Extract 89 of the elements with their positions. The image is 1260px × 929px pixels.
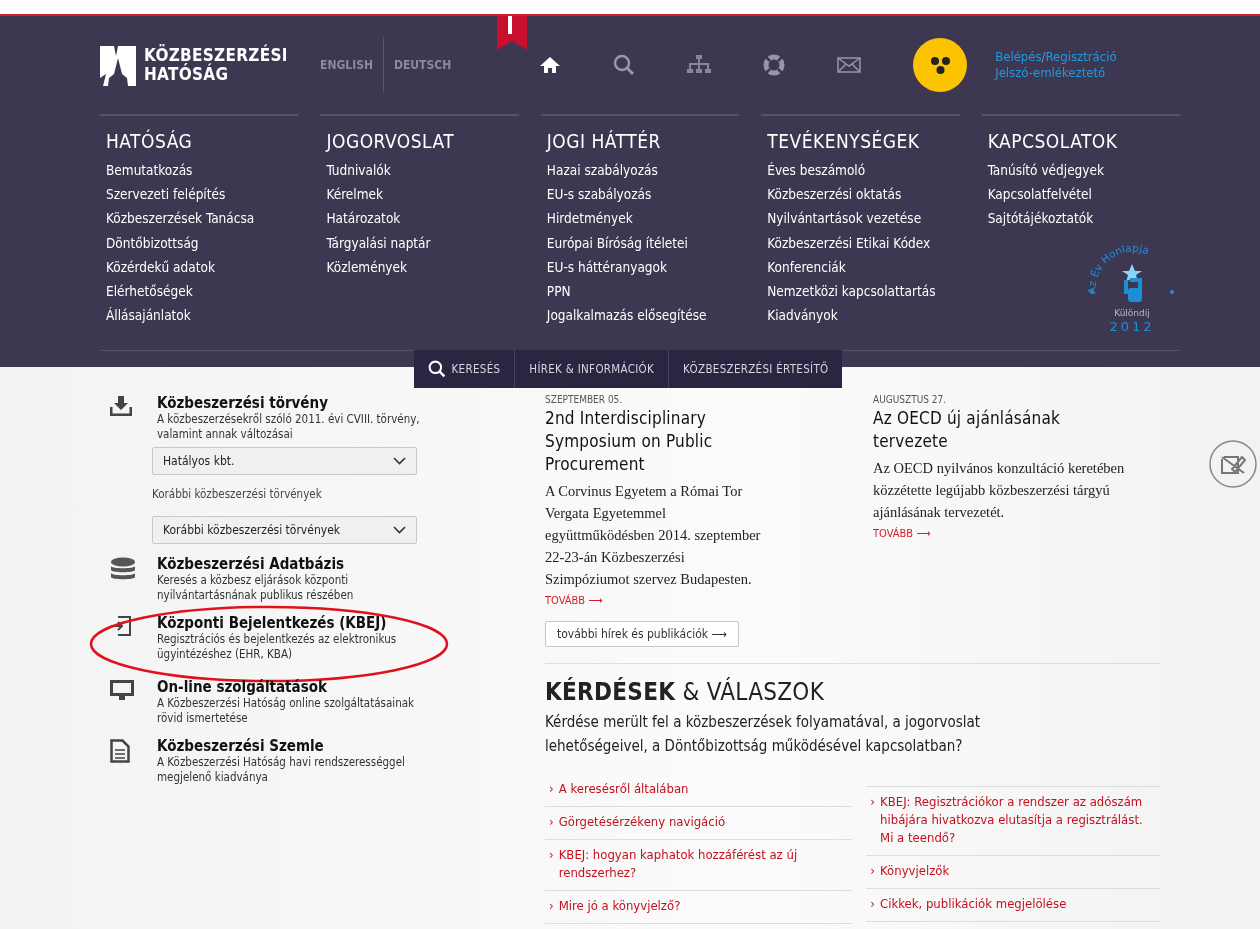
logo-icon xyxy=(100,44,136,86)
menu-link[interactable]: Kérelmek xyxy=(326,182,519,207)
service-description: Keresés a közbesz eljárások központi nyilvántartásnának publikus részében xyxy=(157,573,355,603)
search-icon[interactable] xyxy=(613,54,636,76)
faq-link[interactable]: › Mire jó a könyvjelző? xyxy=(545,891,853,924)
nav-tab[interactable]: KERESÉS xyxy=(413,350,516,388)
menu-link[interactable]: Közlemények xyxy=(326,254,519,279)
lifebuoy-icon[interactable] xyxy=(763,54,786,76)
menu-link[interactable]: Közbeszerzési oktatás xyxy=(767,182,960,207)
separator-text: / xyxy=(1041,49,1046,64)
service-title-link[interactable]: Központi Bejelentkezés (KBEJ) xyxy=(157,614,429,632)
service-title-link[interactable]: Közbeszerzési Szemle xyxy=(157,737,429,755)
accessibility-icon[interactable] xyxy=(913,38,968,92)
menu-link[interactable]: Szervezeti felépítés xyxy=(106,182,299,207)
menu-link[interactable]: Éves beszámoló xyxy=(767,158,960,183)
menu-link[interactable]: Hirdetmények xyxy=(546,206,740,231)
logo-text[interactable]: HATÓSÁG xyxy=(144,65,288,84)
faq-link[interactable]: › KBEJ: hogyan kaphatok hozzáférést az új rendszerhez? xyxy=(545,840,853,891)
menu-link[interactable]: Kiadványok xyxy=(767,303,960,328)
service-title-link[interactable]: On-line szolgáltatások xyxy=(157,678,429,696)
menu-link[interactable]: EU-s háttéranyagok xyxy=(546,254,740,279)
menu-link[interactable]: Európai Bíróság ítéletei xyxy=(546,230,740,255)
dropdown-label: Korábbi közbeszerzési törvények xyxy=(152,487,323,501)
nav-tab[interactable]: KÖZBESZERZÉSI ÉRTESÍTŐ xyxy=(669,350,843,388)
download-icon xyxy=(110,396,132,416)
menu-link[interactable]: Nemzetközi kapcsolattartás xyxy=(767,279,960,304)
menu-heading[interactable]: TEVÉKENYSÉGEK xyxy=(767,130,960,152)
service-title-link[interactable]: Közbeszerzési törvény xyxy=(157,394,429,412)
monitor-icon xyxy=(110,680,134,702)
edit-icon[interactable] xyxy=(1208,439,1258,489)
faq-heading: KÉRDÉSEK & VÁLASZOK xyxy=(545,678,826,706)
menu-link[interactable]: Tárgyalási naptár xyxy=(326,230,519,255)
menu-link[interactable]: Nyilvántartások vezetése xyxy=(767,206,960,231)
faq-intro: Kérdése merült fel a közbeszerzések folyamatával, a jogorvoslat lehetőségeivel, a Döntőbizottság működésével kapcsolatban? xyxy=(545,712,982,757)
faq-link[interactable]: › Cikkek, publikációk megjelölése xyxy=(866,889,1160,922)
faq-link[interactable]: › KBEJ: Regisztrációkor a rendszer az adószám hibájára hivatkozva elutasítja a regisztrálást. Mi a teendő? xyxy=(866,787,1160,856)
menu-link[interactable]: Tudnivalók xyxy=(326,158,519,183)
dropdown[interactable]: Hatályos kbt. xyxy=(152,447,417,475)
menu-link[interactable]: Közbeszerzések Tanácsa xyxy=(106,206,299,231)
password-reminder-link[interactable]: Jelszó-emlékeztető xyxy=(995,65,1117,81)
mail-icon[interactable] xyxy=(837,57,862,73)
menu-heading[interactable]: JOGORVOSLAT xyxy=(326,130,519,152)
service-description: A Közbeszerzési Hatóság online szolgáltatásainak rövid ismertetése xyxy=(157,696,416,726)
menu-link[interactable]: EU-s szabályozás xyxy=(546,182,740,207)
read-more-link[interactable]: TOVÁBB ⟶ xyxy=(873,527,1135,540)
bookmark-ribbon-icon[interactable] xyxy=(497,16,527,50)
menu-link[interactable]: Elérhetőségek xyxy=(106,279,299,304)
menu-link[interactable]: Állásajánlatok xyxy=(106,303,299,328)
home-icon[interactable] xyxy=(539,56,562,74)
menu-link[interactable]: Hazai szabályozás xyxy=(546,158,740,183)
sitemap-icon[interactable] xyxy=(687,55,712,75)
menu-link[interactable]: Határozatok xyxy=(326,206,519,231)
menu-heading[interactable]: JOGI HÁTTÉR xyxy=(546,130,740,152)
register-link[interactable]: Regisztráció xyxy=(1045,49,1117,64)
chevron-down-icon xyxy=(393,457,406,465)
menu-link[interactable]: Döntőbizottság xyxy=(106,230,299,255)
search-icon xyxy=(427,360,446,378)
service-description: A Közbeszerzési Hatóság havi rendszerességgel megjelenő kiadványa xyxy=(157,755,406,785)
faq-link[interactable]: › Görgetésérzékeny navigáció xyxy=(545,807,853,840)
news-date: AUGUSZTUS 27. xyxy=(873,394,948,405)
menu-link[interactable]: Közérdekű adatok xyxy=(106,254,299,279)
menu-link[interactable]: Bemutatkozás xyxy=(106,158,299,183)
menu-link[interactable]: Kapcsolatfelvétel xyxy=(987,182,1181,207)
database-icon xyxy=(110,557,136,581)
menu-heading[interactable]: HATÓSÁG xyxy=(106,130,299,152)
menu-link[interactable]: Jogalkalmazás elősegítése xyxy=(546,303,740,328)
news-text: A Corvinus Egyetem a Római Tor Vergata Egyetemmel együttműködésben 2014. szeptember 22-23-án Közbeszerzési Szimpóziumot szervez Budapesten. xyxy=(545,482,762,589)
news-date: SZEPTEMBER 05. xyxy=(545,394,624,405)
faq-link[interactable]: › Könyvjelzők xyxy=(866,856,1160,889)
service-description: A közbeszerzésekről szóló 2011. évi CVIII. törvény, valamint annak változásai xyxy=(157,412,421,442)
faq-link[interactable]: › A keresésről általában xyxy=(545,774,853,807)
service-description: Regisztrációs és bejelentkezés az elektronikus ügyintézéshez (EHR, KBA) xyxy=(157,632,398,662)
menu-heading[interactable]: KAPCSOLATOK xyxy=(987,130,1181,152)
dropdown[interactable]: Korábbi közbeszerzési törvények xyxy=(152,516,417,544)
menu-link[interactable]: Tanúsító védjegyek xyxy=(987,158,1181,183)
news-text: Az OECD nyilvános konzultáció keretében közzétette legújabb közbeszerzési tárgyú ajánlásának tervezetét. xyxy=(873,459,1126,522)
document-icon xyxy=(110,739,130,763)
news-title-link[interactable]: Az OECD új ajánlásának tervezete xyxy=(873,407,1135,453)
service-title-link[interactable]: Közbeszerzési Adatbázis xyxy=(157,555,429,573)
chevron-down-icon xyxy=(393,526,406,534)
read-more-link[interactable]: TOVÁBB ⟶ xyxy=(545,594,765,607)
menu-link[interactable]: PPN xyxy=(546,279,740,304)
news-title-link[interactable]: 2nd Interdisciplinary Symposium on Public Procurement xyxy=(545,407,765,476)
menu-link[interactable]: Közbeszerzési Etikai Kódex xyxy=(767,230,960,255)
menu-link[interactable]: Konferenciák xyxy=(767,254,960,279)
nav-tab[interactable]: HÍREK & INFORMÁCIÓK xyxy=(515,350,670,388)
menu-link[interactable]: Sajtótájékoztatók xyxy=(987,206,1181,231)
login-link[interactable]: Belépés xyxy=(995,49,1042,64)
more-news-button[interactable]: további hírek és publikációk ⟶ xyxy=(545,621,739,647)
